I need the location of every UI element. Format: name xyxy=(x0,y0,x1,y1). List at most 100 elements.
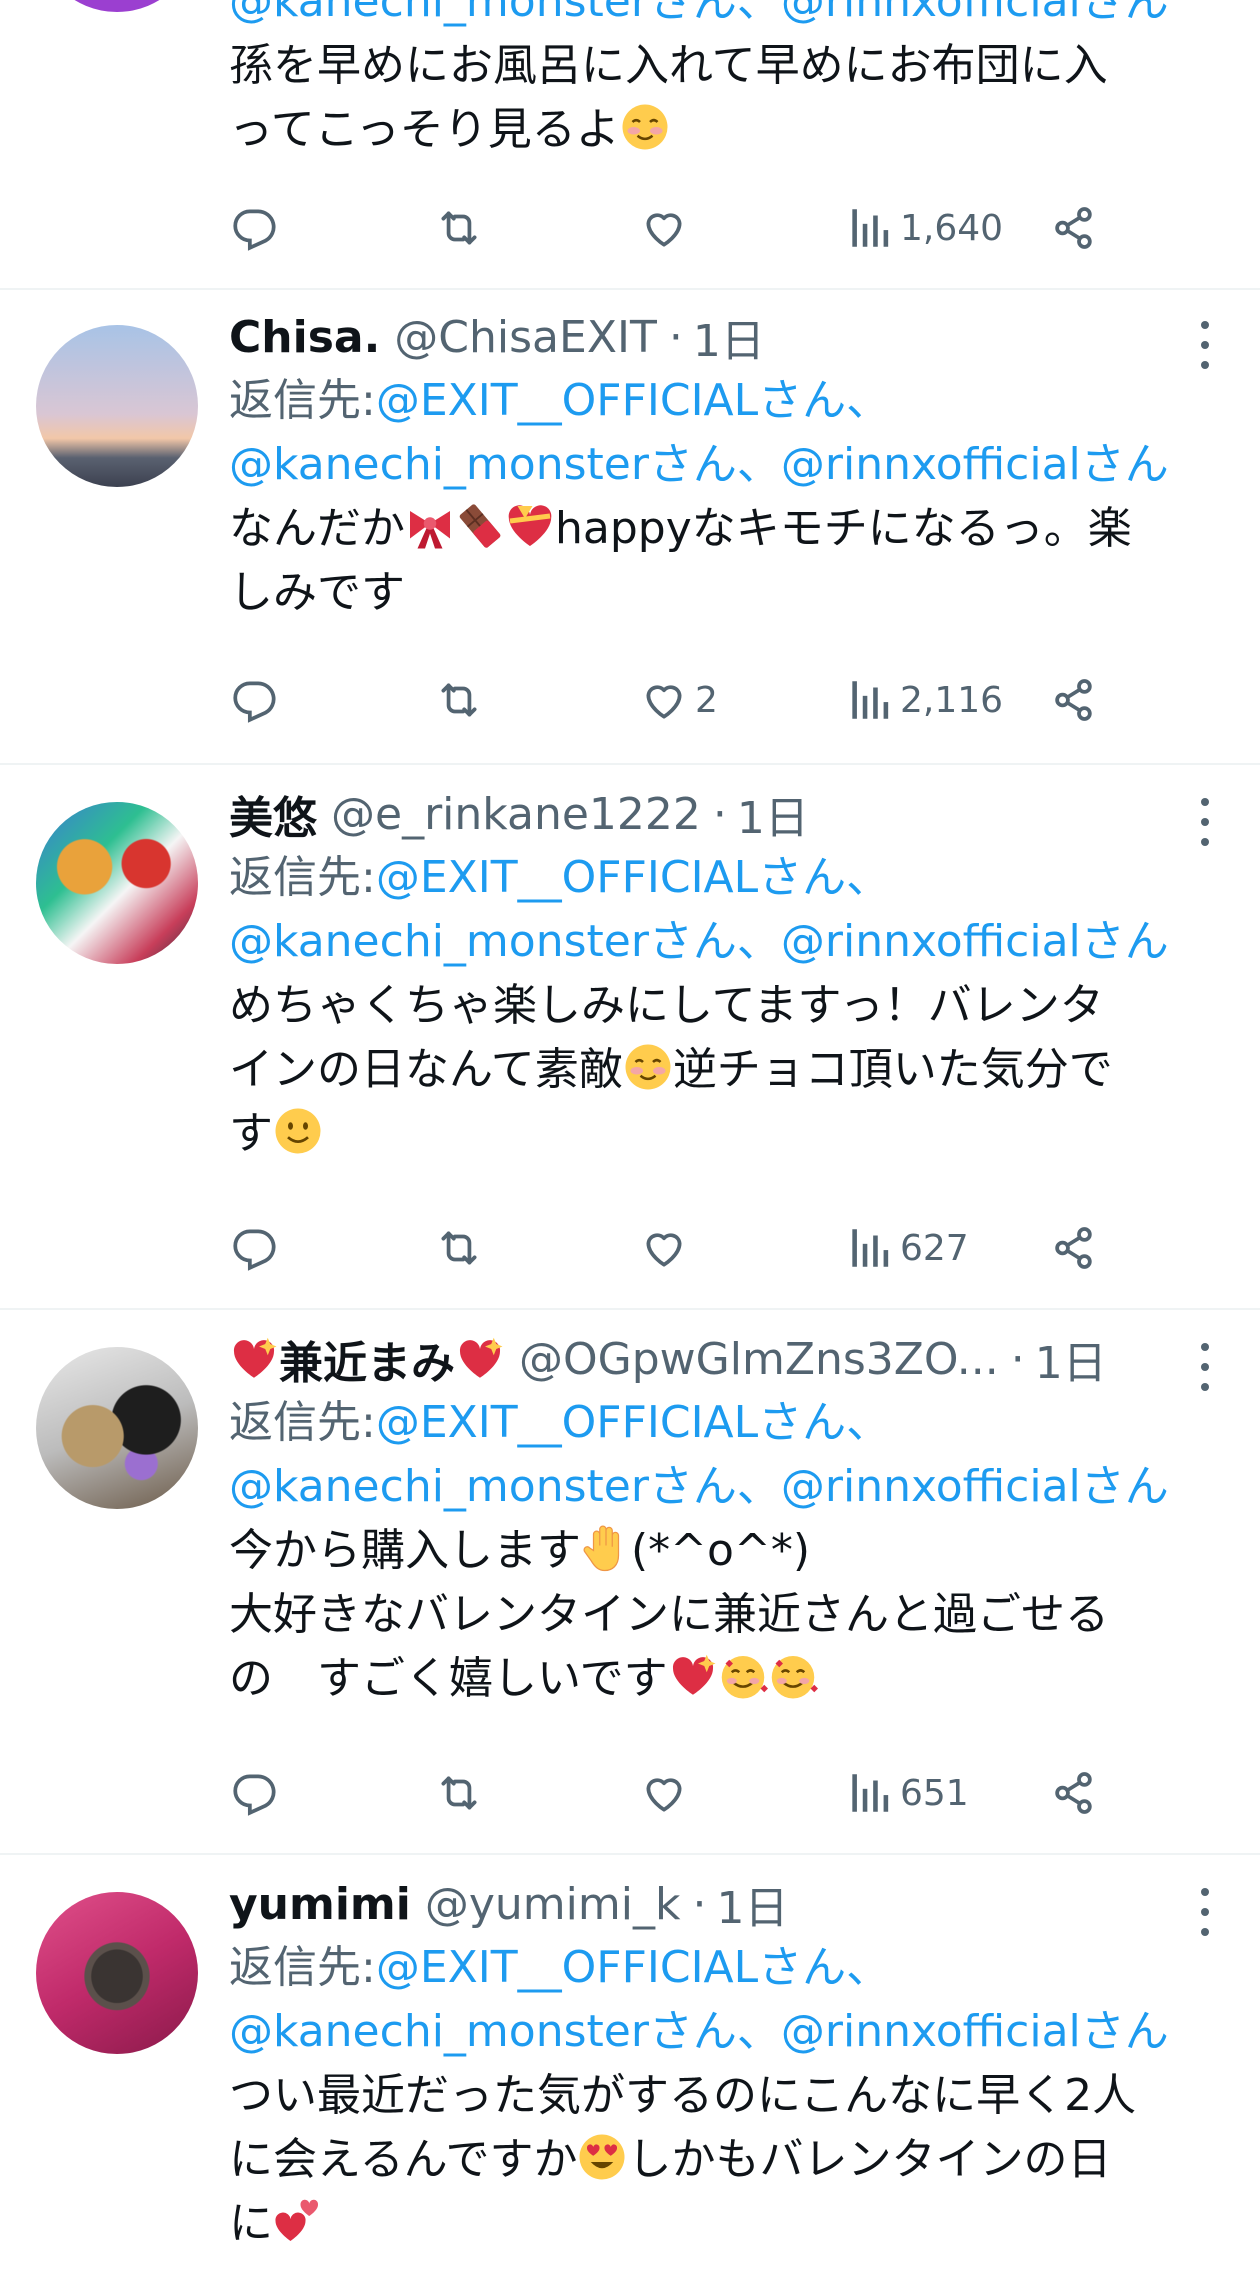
tweet[interactable]: Chisa. @ChisaEXIT · 1日 返信先:@EXIT__OFFICI… xyxy=(0,290,1260,765)
display-name[interactable]: Chisa. xyxy=(229,312,380,363)
mention-link[interactable]: @EXIT__OFFICIALさん、 xyxy=(376,852,890,903)
tweet-text: めちゃくちゃ楽しみにしてますっ！バレンタ インの日なんて素敵 逆チョコ頂いた気分で… xyxy=(229,974,1220,1166)
reply-to-label: 返信先: xyxy=(229,375,376,426)
views-button[interactable]: 1,640 xyxy=(844,198,1003,258)
separator-dot: · xyxy=(712,788,727,840)
action-bar: 627 xyxy=(229,1218,1220,1278)
reply-to-line: 返信先:@EXIT__OFFICIALさん、 @kanechi_monsterさ… xyxy=(229,369,1220,497)
bar-chart-icon xyxy=(844,1223,894,1273)
share-button[interactable] xyxy=(1049,198,1099,258)
separator-dot: · xyxy=(668,311,683,363)
mention-links[interactable]: @kanechi_monsterさん、@rinnxofficialさん xyxy=(229,1461,1169,1512)
mention-links[interactable]: @kanechi_monsterさん、@rinnxofficialさん xyxy=(229,439,1169,490)
tweet[interactable]: 兼近まみ @OGpwGlmZns3ZO... · 1日 返信先:@EXIT__O… xyxy=(0,1310,1260,1855)
avatar[interactable] xyxy=(36,0,198,12)
tweet[interactable]: yumimi @yumimi_k · 1日 返信先:@EXIT__OFFICIA… xyxy=(0,1855,1260,2286)
timestamp[interactable]: 1日 xyxy=(716,1872,788,1936)
tweet-header: 美悠 @e_rinkane1222 · 1日 xyxy=(229,782,1220,846)
more-options-icon[interactable] xyxy=(1190,1343,1220,1391)
reply-button[interactable] xyxy=(229,1218,279,1278)
display-name[interactable]: 美悠 xyxy=(229,782,317,846)
more-options-icon[interactable] xyxy=(1190,321,1220,369)
avatar[interactable] xyxy=(36,1892,198,2054)
smiling-blush-emoji-icon xyxy=(623,1042,673,1092)
timestamp[interactable]: 1日 xyxy=(737,782,809,846)
two-hearts-emoji-icon xyxy=(273,2196,323,2246)
share-icon xyxy=(1049,675,1099,725)
mention-links[interactable]: @kanechi_monsterさん、@rinnxofficialさん xyxy=(229,916,1169,967)
retweet-button[interactable] xyxy=(434,1218,484,1278)
more-options-icon[interactable] xyxy=(1190,798,1220,846)
retweet-button[interactable] xyxy=(434,670,484,730)
tweet[interactable]: @kanechi_monsterさん、@rinnxofficialさん 孫を早め… xyxy=(0,0,1260,290)
mention-links[interactable]: @kanechi_monsterさん、@rinnxofficialさん xyxy=(229,2006,1169,2057)
reply-icon xyxy=(229,1223,279,1273)
views-button[interactable]: 627 xyxy=(844,1218,969,1278)
reply-to-line: @kanechi_monsterさん、@rinnxofficialさん xyxy=(229,0,1220,34)
tweet-text-line: 今から購入します xyxy=(229,1525,581,1576)
reply-icon xyxy=(229,675,279,725)
tweet-text-line: めちゃくちゃ楽しみにしてますっ！バレンタ xyxy=(229,980,1104,1031)
retweet-icon xyxy=(434,675,484,725)
avatar[interactable] xyxy=(36,1347,198,1509)
tweet-text-line: happyなキモチになるっ。楽 xyxy=(555,503,1132,554)
timestamp[interactable]: 1日 xyxy=(1035,1327,1107,1391)
heart-eyes-emoji-icon xyxy=(577,2132,627,2182)
tweet-text-line: しみです xyxy=(229,567,405,618)
tweet-text-line: 大好きなバレンタインに兼近さんと過ごせる xyxy=(229,1589,1109,1640)
reply-button[interactable] xyxy=(229,670,279,730)
timestamp[interactable]: 1日 xyxy=(693,305,765,369)
smiling-face-with-hearts-emoji-icon xyxy=(718,1651,768,1701)
share-button[interactable] xyxy=(1049,1218,1099,1278)
mention-link[interactable]: @EXIT__OFFICIALさん、 xyxy=(376,375,890,426)
retweet-button[interactable] xyxy=(434,198,484,258)
retweet-button[interactable] xyxy=(434,1763,484,1823)
mention-links[interactable]: @kanechi_monsterさん、@rinnxofficialさん xyxy=(229,0,1169,27)
like-button[interactable] xyxy=(639,1218,695,1278)
share-icon xyxy=(1049,1223,1099,1273)
views-button[interactable]: 2,116 xyxy=(844,670,1003,730)
tweet-header: 兼近まみ @OGpwGlmZns3ZO... · 1日 xyxy=(229,1327,1220,1391)
more-options-icon[interactable] xyxy=(1190,1888,1220,1936)
tweet-text-line: す xyxy=(229,1108,273,1159)
mention-link[interactable]: @EXIT__OFFICIALさん、 xyxy=(376,1397,890,1448)
like-button[interactable] xyxy=(639,198,695,258)
user-handle[interactable]: @ChisaEXIT xyxy=(394,312,657,363)
avatar[interactable] xyxy=(36,802,198,964)
like-button[interactable] xyxy=(639,1763,695,1823)
reply-button[interactable] xyxy=(229,1763,279,1823)
action-bar: 651 xyxy=(229,1763,1220,1823)
tweet-header: yumimi @yumimi_k · 1日 xyxy=(229,1872,1220,1936)
reply-button[interactable] xyxy=(229,198,279,258)
mention-link[interactable]: @EXIT__OFFICIALさん、 xyxy=(376,1942,890,1993)
view-count: 627 xyxy=(900,1227,969,1269)
display-name[interactable]: 兼近まみ xyxy=(279,1327,455,1391)
share-button[interactable] xyxy=(1049,670,1099,730)
slightly-smiling-emoji-icon xyxy=(273,1106,323,1156)
tweet[interactable]: 美悠 @e_rinkane1222 · 1日 返信先:@EXIT__OFFICI… xyxy=(0,765,1260,1310)
views-button[interactable]: 651 xyxy=(844,1763,969,1823)
user-handle[interactable]: @yumimi_k xyxy=(425,1879,681,1930)
sparkling-heart-emoji-icon xyxy=(455,1334,505,1384)
tweet-header: Chisa. @ChisaEXIT · 1日 xyxy=(229,305,1220,369)
user-handle[interactable]: @OGpwGlmZns3ZO... xyxy=(519,1334,999,1385)
smiling-face-with-hearts-emoji-icon xyxy=(768,1651,818,1701)
tweet-text: なんだか happyなキモチになるっ。楽 しみです xyxy=(229,497,1220,625)
reply-to-label: 返信先: xyxy=(229,1942,376,1993)
share-button[interactable] xyxy=(1049,1763,1099,1823)
avatar[interactable] xyxy=(36,325,198,487)
like-button[interactable]: 2 xyxy=(639,670,718,730)
user-handle[interactable]: @e_rinkane1222 xyxy=(331,789,701,840)
tweet-text-line: 孫を早めにお風呂に入れて早めにお布団に入 xyxy=(229,40,1108,91)
share-icon xyxy=(1049,203,1099,253)
sparkling-heart-emoji-icon xyxy=(229,1334,279,1384)
display-name[interactable]: yumimi xyxy=(229,1879,411,1930)
tweet-text: 今から購入します (*^o^*) 大好きなバレンタインに兼近さんと過ごせる の す… xyxy=(229,1519,1220,1711)
ribbon-emoji-icon xyxy=(405,501,455,551)
raised-hand-emoji-icon xyxy=(581,1523,631,1573)
retweet-icon xyxy=(434,1223,484,1273)
reply-to-line: 返信先:@EXIT__OFFICIALさん、 @kanechi_monsterさ… xyxy=(229,1391,1220,1519)
tweet-text-line: インの日なんて素敵 xyxy=(229,1044,623,1095)
tweet-text: 孫を早めにお風呂に入れて早めにお布団に入 ってこっそり見るよ xyxy=(229,34,1220,162)
tweet-text-line: 逆チョコ頂いた気分で xyxy=(672,1044,1113,1095)
